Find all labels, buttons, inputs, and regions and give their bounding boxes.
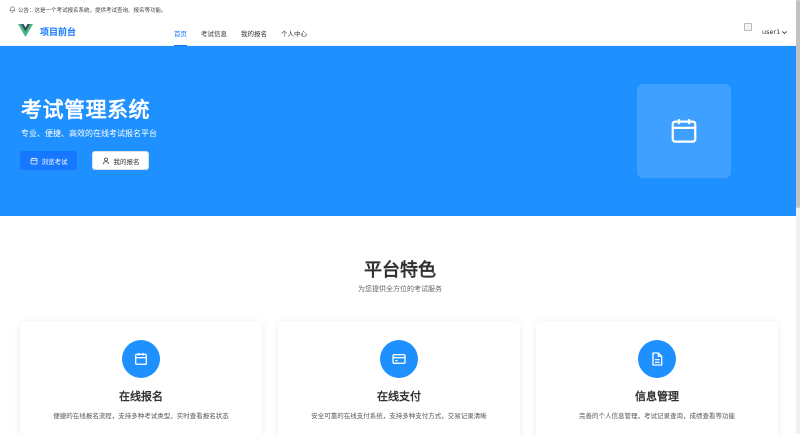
brand-title[interactable]: 项目前台 [40, 25, 76, 38]
nav-exam-info[interactable]: 考试信息 [201, 19, 227, 46]
bell-icon [9, 6, 16, 13]
scrollbar-thumb[interactable] [796, 0, 800, 208]
nav-home[interactable]: 首页 [174, 19, 187, 46]
hero-banner: 考试管理系统 专业、便捷、高效的在线考试报名平台 浏览考试 我的报名 [0, 46, 796, 216]
feature-description: 安全可靠的在线支付系统，支持多种支付方式，交易记录清晰 [311, 412, 487, 420]
announcement-bar: 公告：这是一个考试报名系统，提供考试查询、报名等功能。 [0, 0, 796, 19]
feature-icon-circle [638, 340, 676, 378]
document-icon [652, 352, 663, 366]
feature-icon-circle [380, 340, 418, 378]
features-title: 平台特色 [364, 260, 436, 281]
feature-icon-circle [122, 340, 160, 378]
main-nav: 首页 考试信息 我的报名 个人中心 [174, 19, 321, 46]
top-header: 项目前台 首页 考试信息 我的报名 个人中心 user1 [0, 19, 796, 46]
feature-card-info-management[interactable]: 信息管理 完善的个人信息管理，考试记录查询，成绩查看等功能 [536, 321, 778, 434]
feature-description: 完善的个人信息管理，考试记录查询，成绩查看等功能 [579, 412, 735, 420]
browse-exams-label: 浏览考试 [41, 157, 68, 166]
feature-title: 信息管理 [635, 390, 679, 403]
calendar-icon [671, 119, 697, 143]
user-menu[interactable]: user1 [762, 28, 788, 36]
hero-title: 考试管理系统 [21, 98, 150, 122]
nav-my-registration[interactable]: 我的报名 [241, 19, 267, 46]
announcement-text: 公告：这是一个考试报名系统，提供考试查询、报名等功能。 [18, 7, 167, 14]
page-scrollbar[interactable] [796, 0, 800, 434]
feature-description: 便捷的在线报名流程，支持多种考试类型，实时查看报名状态 [53, 412, 229, 420]
chevron-down-icon [782, 30, 788, 34]
browse-exams-button[interactable]: 浏览考试 [20, 151, 77, 170]
nav-profile[interactable]: 个人中心 [281, 19, 307, 46]
feature-title: 在线报名 [119, 390, 163, 403]
hero-illustration [637, 84, 731, 178]
app-frame: 公告：这是一个考试报名系统，提供考试查询、报名等功能。 项目前台 首页 考试信息… [0, 0, 800, 434]
vue-logo-icon[interactable] [18, 23, 33, 38]
hero-subtitle: 专业、便捷、高效的在线考试报名平台 [21, 129, 157, 138]
feature-title: 在线支付 [377, 390, 421, 403]
calendar-icon [30, 157, 37, 164]
avatar[interactable] [744, 23, 752, 31]
username: user1 [762, 28, 781, 36]
features-subtitle: 为您提供全方位的考试服务 [358, 285, 442, 293]
calendar-icon [135, 353, 147, 365]
wallet-icon [392, 354, 406, 364]
my-registration-label: 我的报名 [113, 157, 140, 166]
user-icon [102, 157, 109, 164]
feature-card-payment[interactable]: 在线支付 安全可靠的在线支付系统，支持多种支付方式，交易记录清晰 [278, 321, 520, 434]
my-registration-button[interactable]: 我的报名 [92, 151, 149, 170]
feature-card-registration[interactable]: 在线报名 便捷的在线报名流程，支持多种考试类型，实时查看报名状态 [20, 321, 262, 434]
